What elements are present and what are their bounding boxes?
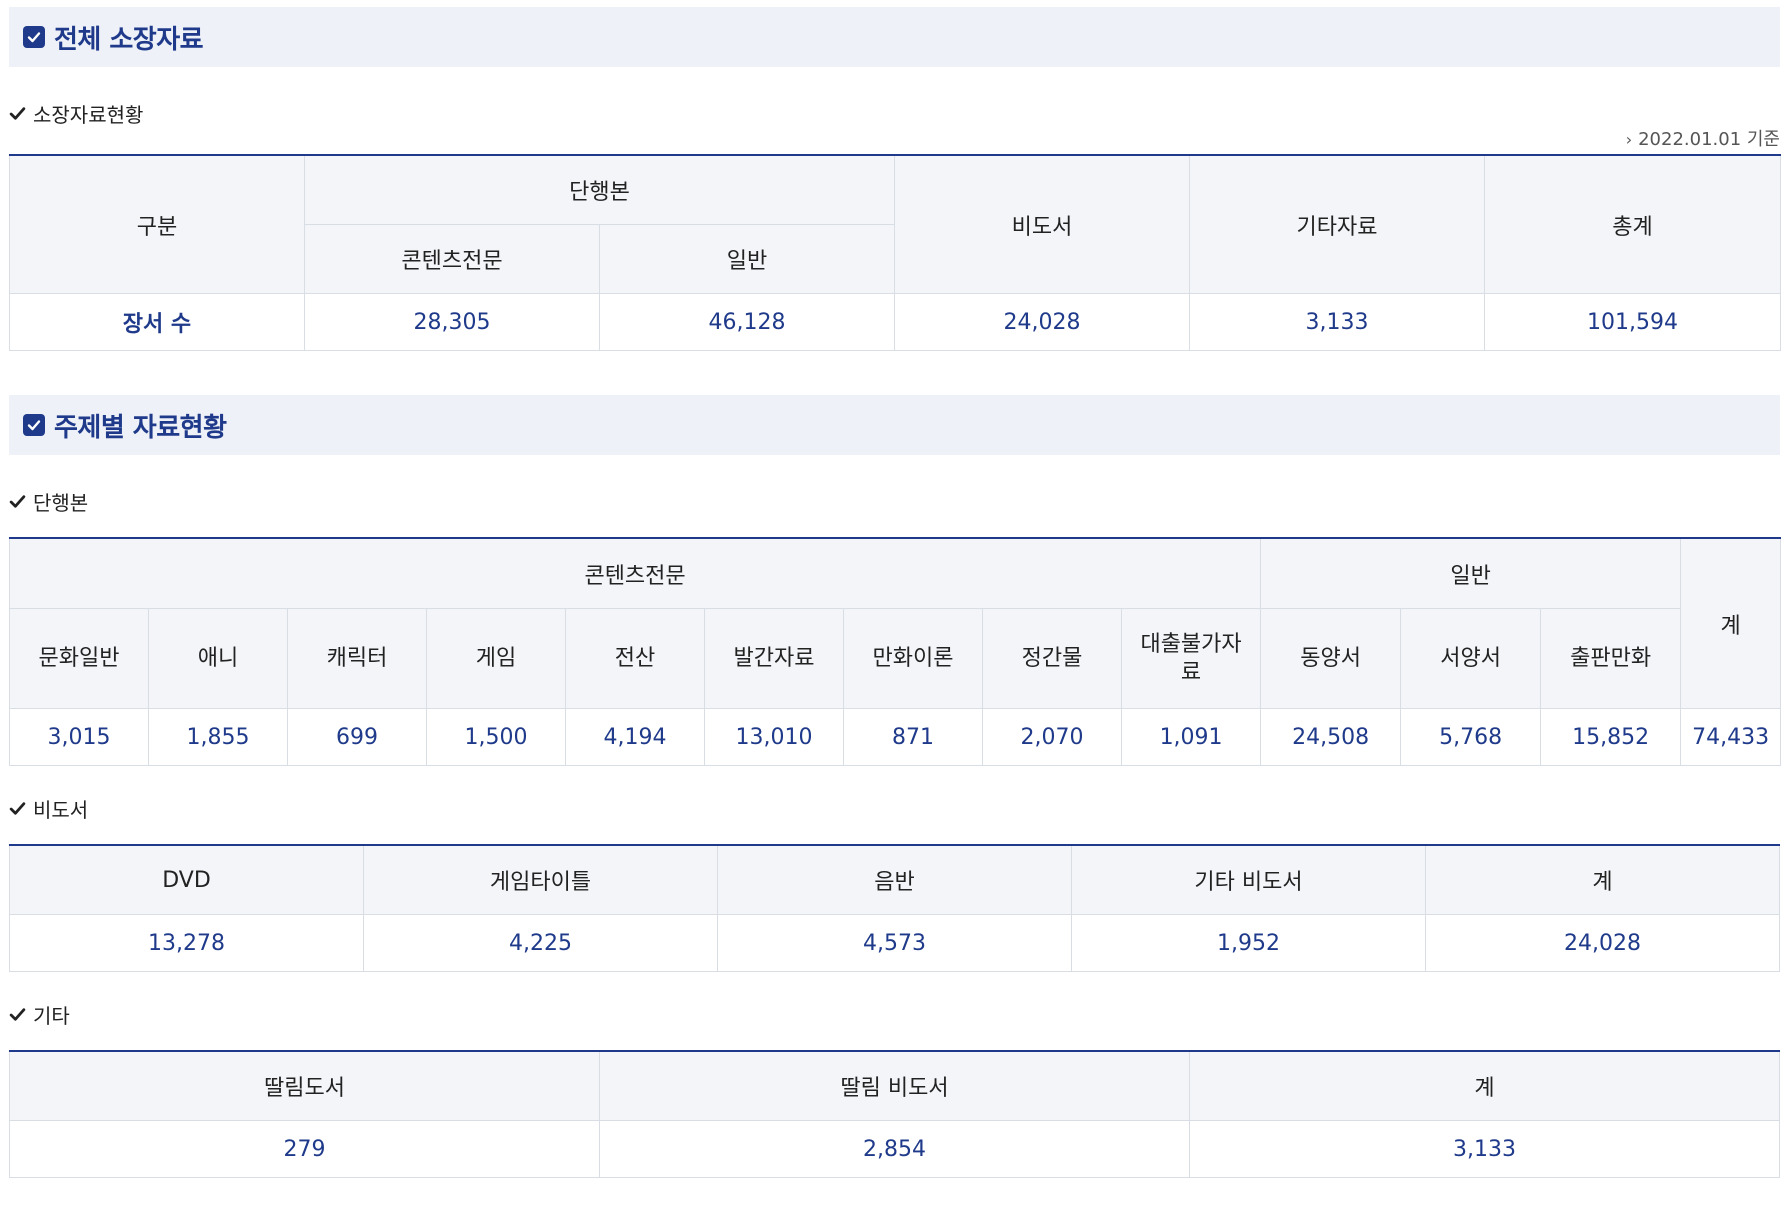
cell-value: 24,028	[1425, 914, 1780, 972]
header-column: 서양서	[1400, 608, 1542, 709]
date-note-text: 2022.01.01 기준	[1638, 129, 1780, 150]
check-icon	[9, 106, 26, 120]
cell-value: 279	[9, 1120, 600, 1178]
header-nonbook: 비도서	[894, 154, 1191, 294]
header-column: 딸림 비도서	[599, 1050, 1190, 1121]
cell-value: 2,070	[982, 708, 1122, 766]
check-icon	[9, 494, 26, 508]
subheading-nonbook: 비도서	[9, 796, 1780, 822]
header-column: 계	[1189, 1050, 1780, 1121]
table-row: 3,015 1,855 699 1,500 4,194 13,010 871 2…	[9, 708, 1782, 766]
subheading-books: 단행본	[9, 489, 1780, 515]
header-column: 계	[1425, 844, 1780, 915]
header-column: 전산	[565, 608, 705, 709]
header-column: 발간자료	[704, 608, 844, 709]
holdings-table: 구분 단행본 비도서 기타자료 총계 콘텐츠전문 일반 장서 수 28,305 …	[9, 154, 1782, 351]
header-books: 단행본	[303, 154, 896, 225]
section-title: 주제별 자료현황	[54, 412, 227, 443]
header-column: 출판만화	[1540, 608, 1682, 709]
table-row: 13,278 4,225 4,573 1,952 24,028	[9, 914, 1780, 972]
cell-value: 4,573	[717, 914, 1072, 972]
header-category: 구분	[9, 154, 305, 294]
cell-value: 2,854	[599, 1120, 1190, 1178]
header-column: 게임	[426, 608, 566, 709]
cell-value: 13,278	[9, 914, 364, 972]
cell-value: 4,225	[363, 914, 718, 972]
cell-contents: 28,305	[304, 293, 600, 351]
row-label: 장서 수	[9, 293, 305, 351]
subheading-other: 기타	[9, 1002, 1780, 1028]
cell-value: 871	[843, 708, 983, 766]
header-column: DVD	[9, 844, 364, 915]
header-column: 게임타이틀	[363, 844, 718, 915]
table-row: 279 2,854 3,133	[9, 1120, 1780, 1178]
header-column: 캐릭터	[287, 608, 427, 709]
header-column: 음반	[717, 844, 1072, 915]
cell-value: 1,091	[1120, 708, 1262, 766]
cell-value: 3,133	[1189, 1120, 1780, 1178]
header-total: 계	[1680, 537, 1782, 709]
cell-total: 74,433	[1680, 708, 1782, 766]
cell-value: 1,952	[1071, 914, 1426, 972]
header-column: 애니	[148, 608, 288, 709]
header-contents: 콘텐츠전문	[304, 224, 600, 294]
cell-value: 699	[287, 708, 427, 766]
checkbox-icon	[23, 414, 45, 436]
cell-value: 4,194	[565, 708, 705, 766]
subheading-label: 소장자료현황	[33, 102, 144, 127]
check-icon	[9, 1007, 26, 1021]
header-other: 기타자료	[1189, 154, 1486, 294]
nonbook-table: DVD 게임타이틀 음반 기타 비도서 계 13,278 4,225 4,573…	[9, 844, 1780, 972]
cell-value: 5,768	[1400, 708, 1542, 766]
subheading-label: 비도서	[33, 797, 89, 822]
subheading-label: 기타	[33, 1003, 70, 1028]
cell-value: 24,508	[1260, 708, 1402, 766]
cell-general: 46,128	[598, 293, 896, 351]
subheading-holdings-status: 소장자료현황	[9, 101, 1780, 127]
section-header-holdings: 전체 소장자료	[9, 7, 1780, 67]
table-row: 장서 수 28,305 46,128 24,028 3,133 101,594	[9, 293, 1782, 351]
cell-value: 1,855	[148, 708, 288, 766]
cell-other: 3,133	[1189, 293, 1486, 351]
check-icon	[9, 801, 26, 815]
header-general: 일반	[598, 224, 896, 294]
header-column: 만화이론	[843, 608, 983, 709]
cell-value: 13,010	[704, 708, 844, 766]
page: 전체 소장자료 소장자료현황 › 2022.01.01 기준 구분 단행본 비도서…	[0, 7, 1782, 1178]
cell-value: 1,500	[426, 708, 566, 766]
header-column: 딸림도서	[9, 1050, 600, 1121]
header-column: 동양서	[1260, 608, 1402, 709]
cell-value: 15,852	[1540, 708, 1682, 766]
cell-total: 101,594	[1484, 293, 1782, 351]
header-column: 문화일반	[9, 608, 149, 709]
checkbox-icon	[23, 26, 45, 48]
header-total: 총계	[1484, 154, 1782, 294]
chevron-right-icon: ›	[1625, 130, 1633, 149]
subheading-label: 단행본	[33, 490, 89, 515]
header-column: 기타 비도서	[1071, 844, 1426, 915]
header-group-general: 일반	[1260, 537, 1682, 609]
cell-nonbook: 24,028	[894, 293, 1191, 351]
header-column: 대출불가자료	[1120, 608, 1262, 709]
books-table: 콘텐츠전문 일반 계 문화일반 애니 캐릭터 게임 전산 발간자료 만화이론 정…	[8, 537, 1782, 766]
header-column: 정간물	[982, 608, 1122, 709]
section-title: 전체 소장자료	[54, 24, 204, 55]
cell-value: 3,015	[9, 708, 149, 766]
header-group-contents: 콘텐츠전문	[8, 537, 1262, 609]
section-header-subject: 주제별 자료현황	[9, 395, 1780, 455]
other-table: 딸림도서 딸림 비도서 계 279 2,854 3,133	[9, 1050, 1780, 1178]
date-note: › 2022.01.01 기준	[9, 128, 1780, 152]
